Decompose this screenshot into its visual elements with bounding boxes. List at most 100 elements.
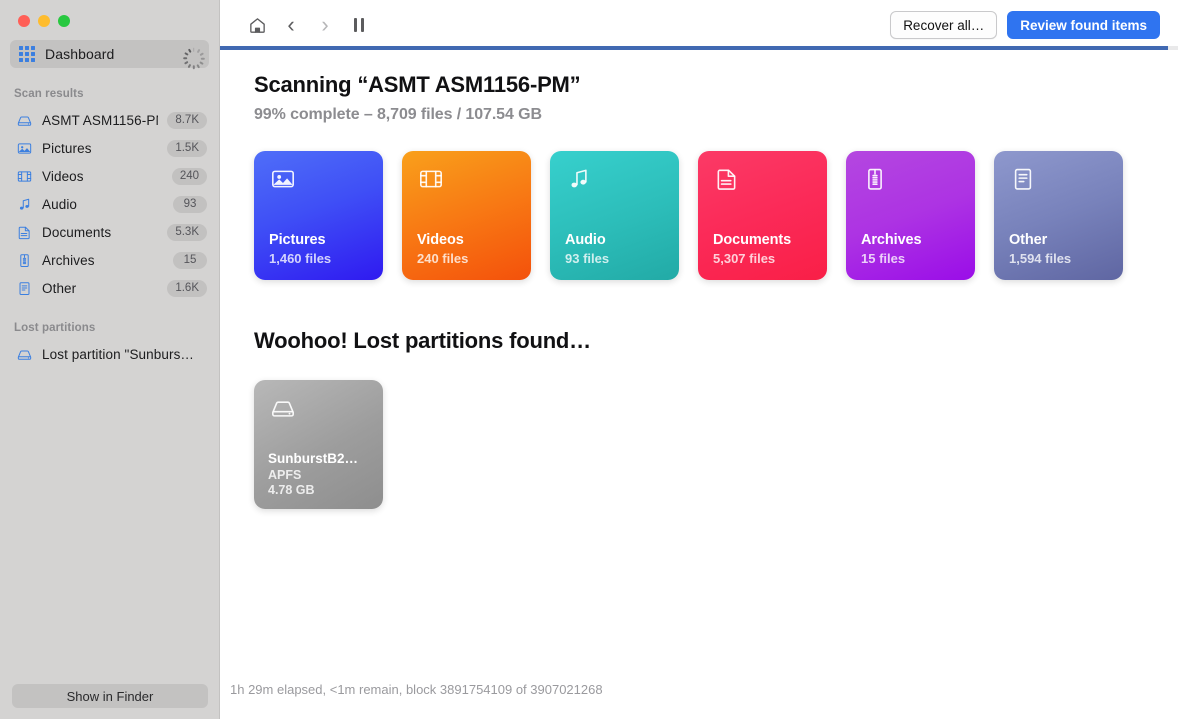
sidebar-item-badge: 1.5K <box>167 139 207 157</box>
toolbar: ‹ › Recover all… Review found items <box>220 0 1178 50</box>
film-icon <box>417 170 445 197</box>
sidebar-item-pictures[interactable]: Pictures 1.5K <box>0 134 219 162</box>
sidebar-item-badge: 15 <box>173 251 207 269</box>
document-icon <box>16 224 33 241</box>
recover-all-button[interactable]: Recover all… <box>890 11 998 39</box>
archive-icon <box>16 252 33 269</box>
sidebar-item-asmt-asm1156-pm[interactable]: ASMT ASM1156-PM 8.7K <box>0 106 219 134</box>
category-card-count: 93 files <box>565 251 610 266</box>
category-cards: Pictures 1,460 files Videos 240 files Audio 9… <box>254 151 1150 280</box>
sidebar-item-audio[interactable]: Audio 93 <box>0 190 219 218</box>
home-icon[interactable] <box>240 8 274 42</box>
sidebar-item-videos[interactable]: Videos 240 <box>0 162 219 190</box>
review-found-items-button[interactable]: Review found items <box>1007 11 1160 39</box>
category-card-count: 240 files <box>417 251 469 266</box>
sidebar: Dashboard Scan results ASMT ASM1156-PM 8.… <box>0 0 220 719</box>
maximize-button[interactable] <box>58 15 70 27</box>
sidebar-item-label: ASMT ASM1156-PM <box>42 112 159 128</box>
content: Scanning “ASMT ASM1156-PM” 99% complete … <box>220 50 1178 509</box>
drive-icon <box>16 112 33 129</box>
page-title: Scanning “ASMT ASM1156-PM” <box>254 72 581 97</box>
category-card-videos[interactable]: Videos 240 files <box>402 151 531 280</box>
app-window: Dashboard Scan results ASMT ASM1156-PM 8.… <box>0 0 1178 719</box>
sidebar-item-label: Other <box>42 280 77 296</box>
category-card-text: Documents 5,307 files <box>713 232 791 266</box>
status-text: 1h 29m elapsed, <1m remain, block 389175… <box>230 682 603 697</box>
category-card-count: 1,460 files <box>269 251 332 266</box>
category-card-count: 1,594 files <box>1009 251 1072 266</box>
chevron-right-icon: › <box>321 12 329 37</box>
category-card-count: 5,307 files <box>713 251 776 266</box>
lost-partition-card[interactable]: SunburstB2… APFS 4.78 GB <box>254 380 383 509</box>
photo-icon <box>269 170 297 197</box>
music-note-icon <box>565 169 593 197</box>
chevron-left-icon: ‹ <box>287 12 295 37</box>
document-icon <box>713 169 741 197</box>
sidebar-item-label: Documents <box>42 224 112 240</box>
show-in-finder-button[interactable]: Show in Finder <box>12 684 208 708</box>
lost-partition-size: 4.78 GB <box>268 483 315 497</box>
sidebar-item-badge: 93 <box>173 195 207 213</box>
other-file-icon <box>16 280 33 297</box>
category-card-other[interactable]: Other 1,594 files <box>994 151 1123 280</box>
sidebar-item-dashboard[interactable]: Dashboard <box>10 40 209 70</box>
other-file-icon <box>1009 168 1037 197</box>
minimize-button[interactable] <box>38 15 50 27</box>
sidebar-section-lost-partitions: Lost partitions <box>14 322 96 334</box>
category-card-text: Videos 240 files <box>417 232 468 266</box>
category-card-text: Other 1,594 files <box>1009 232 1071 266</box>
category-card-archives[interactable]: Archives 15 files <box>846 151 975 280</box>
film-icon <box>16 168 33 185</box>
category-card-name: Archives <box>861 232 922 248</box>
sidebar-lost-partitions-list: Lost partition "Sunburs… <box>0 340 219 368</box>
scan-progress-fill <box>220 46 1169 50</box>
category-card-documents[interactable]: Documents 5,307 files <box>698 151 827 280</box>
category-card-name: Videos <box>417 232 464 248</box>
sidebar-item-label: Archives <box>42 252 95 268</box>
sidebar-item-documents[interactable]: Documents 5.3K <box>0 218 219 246</box>
category-card-text: Archives 15 files <box>861 232 922 266</box>
lost-partition-name: SunburstB2… <box>268 451 359 466</box>
pause-icon <box>353 18 365 32</box>
sidebar-item-archives[interactable]: Archives 15 <box>0 246 219 274</box>
category-card-name: Documents <box>713 232 792 248</box>
scan-progress-bar <box>220 46 1178 50</box>
drive-icon <box>269 401 297 426</box>
sidebar-item-label: Videos <box>42 168 84 184</box>
category-card-name: Pictures <box>269 232 326 248</box>
window-controls <box>0 0 219 27</box>
category-card-name: Other <box>1009 232 1048 248</box>
close-button[interactable] <box>18 15 30 27</box>
archive-icon <box>861 168 889 197</box>
main-area: ‹ › Recover all… Review found items Scan… <box>220 0 1178 719</box>
sidebar-item-label: Lost partition "Sunburs… <box>42 346 195 362</box>
lost-partition-filesystem: APFS <box>268 468 302 482</box>
category-card-audio[interactable]: Audio 93 files <box>550 151 679 280</box>
sidebar-section-scan-results: Scan results <box>14 88 84 100</box>
category-card-pictures[interactable]: Pictures 1,460 files <box>254 151 383 280</box>
category-card-text: Pictures 1,460 files <box>269 232 331 266</box>
sidebar-scan-results-list: ASMT ASM1156-PM 8.7K Pictures 1.5K Videos 240… <box>0 106 219 302</box>
sidebar-item-badge: 240 <box>171 167 207 185</box>
grid-icon <box>19 46 35 62</box>
lost-partition-card-text: SunburstB2… APFS 4.78 GB <box>268 451 358 497</box>
category-card-name: Audio <box>565 232 606 248</box>
spinner-icon <box>182 47 205 70</box>
sidebar-item-badge: 5.3K <box>167 223 207 241</box>
photo-icon <box>16 140 33 157</box>
sidebar-item-label: Dashboard <box>45 46 115 62</box>
category-card-count: 15 files <box>861 251 906 266</box>
music-note-icon <box>16 196 33 213</box>
sidebar-item-label: Audio <box>42 196 78 212</box>
forward-button: › <box>308 8 342 42</box>
pause-button[interactable] <box>342 8 376 42</box>
drive-icon <box>16 346 33 363</box>
scan-subtitle: 99% complete – 8,709 files / 107.54 GB <box>254 106 542 123</box>
lost-partitions-heading: Woohoo! Lost partitions found… <box>254 328 591 353</box>
sidebar-item-lost-partition[interactable]: Lost partition "Sunburs… <box>0 340 219 368</box>
back-button[interactable]: ‹ <box>274 8 308 42</box>
sidebar-item-label: Pictures <box>42 140 92 156</box>
sidebar-item-other[interactable]: Other 1.6K <box>0 274 219 302</box>
sidebar-item-badge: 8.7K <box>167 111 207 129</box>
sidebar-item-badge: 1.6K <box>167 279 207 297</box>
